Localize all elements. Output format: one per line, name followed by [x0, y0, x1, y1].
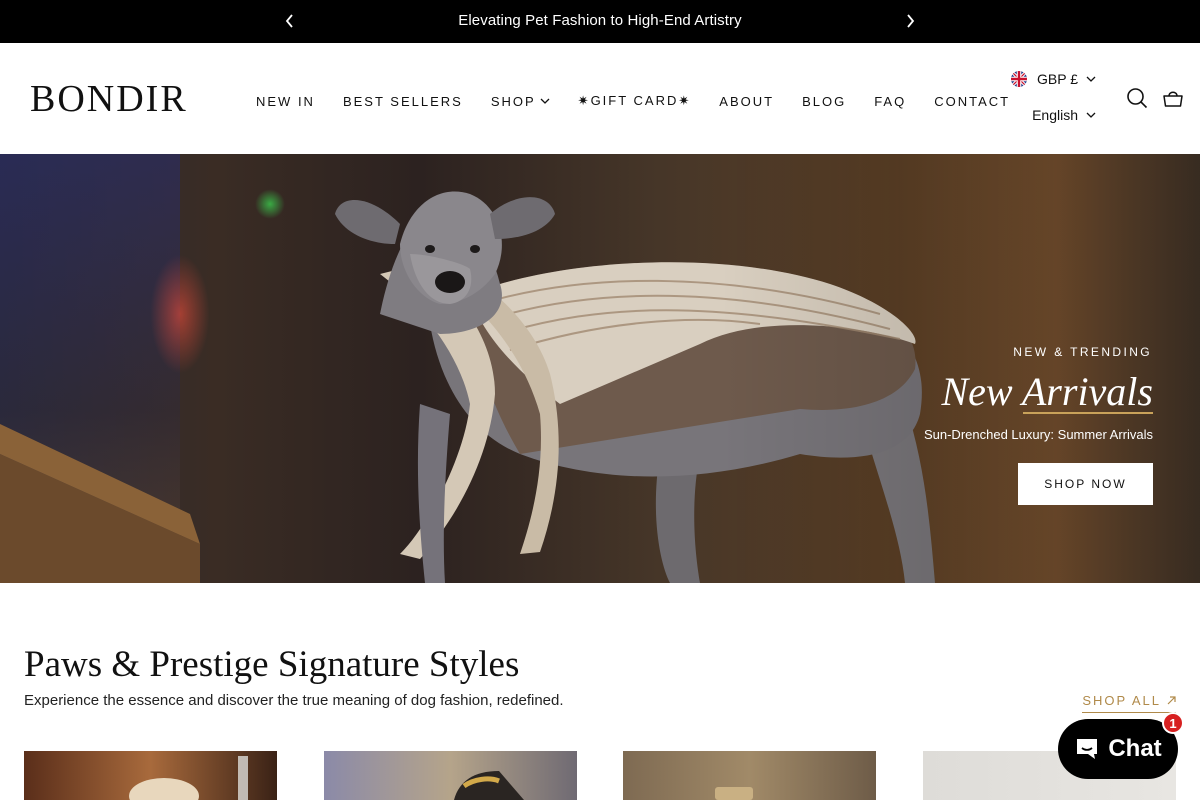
announcement-next-button[interactable] [900, 11, 920, 31]
nav-label: BLOG [802, 93, 847, 109]
currency-label: GBP £ [1037, 71, 1078, 87]
section-title: Paws & Prestige Signature Styles [24, 644, 520, 685]
main-nav: NEW IN BEST SELLERS SHOP ✷GIFT CARD✷ ABO… [256, 91, 1038, 111]
nav-shop[interactable]: SHOP [491, 94, 550, 109]
nav-label: NEW IN [256, 93, 315, 109]
section-subtitle: Experience the essence and discover the … [24, 692, 564, 709]
search-icon [1127, 88, 1148, 109]
product-image [454, 771, 524, 800]
announcement-text: Elevating Pet Fashion to High-End Artist… [458, 12, 742, 29]
nav-blog[interactable]: BLOG [802, 94, 846, 109]
nav-new-in[interactable]: NEW IN [256, 94, 315, 109]
product-card[interactable] [324, 751, 577, 800]
hero-subtitle: Sun-Drenched Luxury: Summer Arrivals [923, 427, 1153, 442]
announcement-bar: Elevating Pet Fashion to High-End Artist… [0, 0, 1200, 43]
nav-best-sellers[interactable]: BEST SELLERS [343, 94, 463, 109]
search-button[interactable] [1126, 87, 1148, 109]
nav-label: CONTACT [934, 93, 1011, 109]
currency-selector[interactable]: GBP £ [1011, 71, 1096, 87]
nav-label: ABOUT [719, 93, 775, 109]
shop-now-button[interactable]: SHOP NOW [1018, 463, 1153, 505]
language-selector[interactable]: English [1032, 107, 1096, 123]
nav-contact[interactable]: CONTACT [934, 94, 1010, 109]
product-card[interactable] [24, 751, 277, 800]
product-image [129, 756, 248, 800]
nav-faq[interactable]: FAQ [874, 94, 906, 109]
chat-notification-badge: 1 [1162, 712, 1184, 734]
product-image [715, 787, 753, 800]
nav-gift-card[interactable]: ✷GIFT CARD✷ [578, 93, 692, 109]
nav-about[interactable]: ABOUT [719, 94, 774, 109]
nav-label: ✷GIFT CARD✷ [577, 93, 692, 108]
brand-logo[interactable]: BONDIR [30, 79, 188, 119]
shop-all-label: SHOP ALL [1082, 693, 1161, 708]
nav-label: BEST SELLERS [342, 93, 463, 109]
hero-banner: NEW & TRENDING New Arrivals Sun-Drenched… [0, 154, 1200, 583]
chat-label: Chat [1108, 735, 1162, 762]
hero-title: New Arrivals [941, 369, 1153, 414]
nav-label: FAQ [874, 93, 907, 109]
product-card[interactable] [623, 751, 876, 800]
chevron-down-icon [1086, 76, 1096, 82]
uk-flag-icon [1011, 71, 1027, 87]
chat-bubble-icon [1077, 739, 1098, 759]
language-label: English [1032, 107, 1078, 123]
nav-label: SHOP [490, 93, 536, 109]
cart-button[interactable] [1162, 87, 1184, 109]
shop-all-link[interactable]: SHOP ALL [1082, 693, 1176, 713]
hero-title-underline [1023, 412, 1153, 414]
chevron-right-icon [907, 14, 915, 28]
arrow-up-right-icon [1167, 696, 1176, 705]
chat-widget-button[interactable]: Chat [1058, 719, 1178, 779]
chevron-down-icon [540, 98, 550, 104]
site-header: BONDIR NEW IN BEST SELLERS SHOP ✷GIFT CA… [0, 43, 1200, 154]
hero-eyebrow: NEW & TRENDING [1013, 345, 1152, 359]
cart-icon [1163, 91, 1183, 107]
chevron-down-icon [1086, 112, 1096, 118]
